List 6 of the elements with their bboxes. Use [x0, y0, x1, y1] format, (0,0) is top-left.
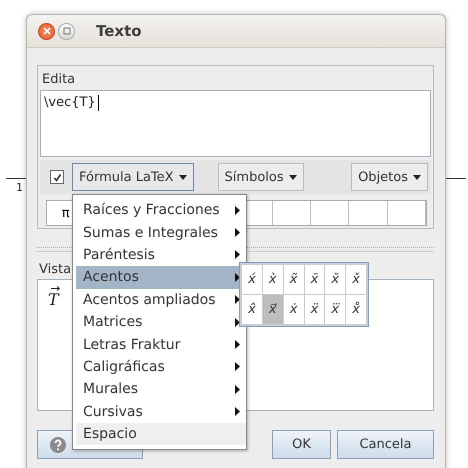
preview-label: Vista: [38, 262, 72, 277]
latex-code: \vec{T}: [44, 95, 96, 110]
axis-label: 1: [16, 181, 23, 194]
edit-label: Edita: [41, 72, 76, 87]
rendered-formula: T: [48, 286, 59, 309]
window-title: Texto: [96, 22, 142, 40]
